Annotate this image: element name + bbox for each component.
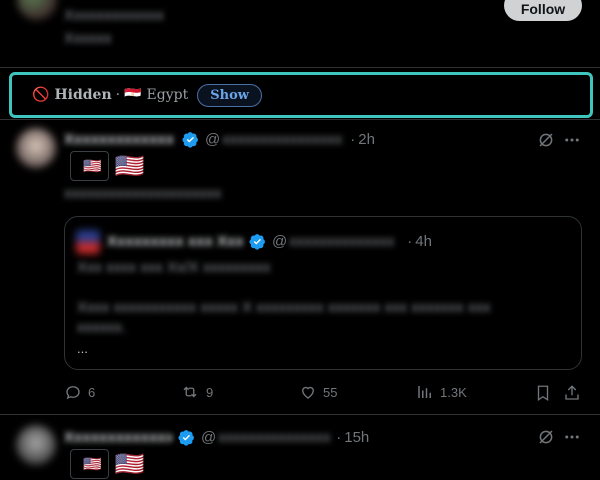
more-icon[interactable] [562,130,582,150]
show-button[interactable]: Show [197,83,262,107]
handle: xxxxxxxxxxxxxx [289,232,395,250]
avatar[interactable] [16,425,56,465]
reply-icon [66,386,80,400]
repost-button[interactable]: 9 [180,383,213,401]
verified-icon [249,233,265,250]
dot-separator: · [350,130,356,148]
grok-icon[interactable] [536,427,556,447]
top-post-name: Xxxxxxxxxxxxx [64,7,164,24]
country-name: Egypt [146,87,189,103]
post-text: xxxxxxxxxxxxxxxxxxxxx [64,184,222,202]
badge-box: 🇺🇸 [70,449,109,479]
quoted-post[interactable]: Xxxxxxxxx xxx Xxxx @ xxxxxxxxxxxxxx · 4h… [64,216,582,370]
view-count: 1.3K [440,384,467,400]
quote-ellipsis: ... [77,341,88,356]
handle-at: @ [205,130,221,148]
quote-text-line: Xxxx xxxxxxxxxxx xxxxx X xxxxxxxxx xxxxx… [77,299,491,316]
divider [0,119,600,120]
profile-badges: 🇺🇸 🇺🇸 [70,151,145,181]
blurred-text: xxxxxxxxxxxxxxxxxxxxx [64,184,222,202]
like-count: 55 [323,384,338,400]
quote-text-line: Xxx xxxx xxx Xx/X xxxxxxxxx [77,259,271,276]
reply-button[interactable]: 6 [64,383,95,401]
divider [0,67,600,68]
avatar[interactable] [16,128,56,168]
bookmark-icon[interactable] [533,383,553,403]
hidden-icon: 🚫 [32,87,50,103]
hidden-post-banner: 🚫 Hidden · 🇪🇬 Egypt Show [9,72,593,118]
country-flag: 🇪🇬 [124,87,142,103]
blurred-text: Xxxxxx [64,29,112,47]
top-post-line: Xxxxxx [64,29,114,47]
grok-icon[interactable] [536,130,556,150]
divider [0,414,600,415]
post-header: Xxxxxxxxxxxxx @ xxxxxxxxxxxxxxx · 15h [64,428,369,446]
separator: · [115,87,121,103]
post-header: Xxxxxxxxxxxxx @ xxxxxxxxxxxxxxxx · 2h [64,130,375,148]
avatar[interactable] [17,0,57,20]
flag-small: 🇺🇸 [83,158,102,175]
follow-label: Follow [520,0,566,17]
repost-icon [183,386,197,398]
flag-large: 🇺🇸 [114,450,145,478]
more-icon[interactable] [562,427,582,447]
follow-button[interactable]: Follow [504,0,582,21]
handle-at: @ [201,428,217,446]
display-name: Xxxxxxxxx xxx Xxxx [107,232,243,250]
repost-count: 9 [206,384,214,400]
verified-icon [178,429,194,446]
display-name[interactable]: Xxxxxxxxxxxxx [64,131,176,148]
quote-text-line: xxxxxx. [77,319,127,336]
timestamp[interactable]: 2h [358,131,375,148]
flag-large: 🇺🇸 [114,152,145,180]
heart-icon [302,386,314,399]
views-button[interactable]: 1.3K [416,383,467,401]
hidden-label: Hidden [54,87,112,103]
timestamp: 4h [415,232,432,250]
share-icon[interactable] [562,383,582,403]
reply-count: 6 [88,384,96,400]
blurred-name: Xxxxxxxxxxxxx [64,6,165,24]
handle-at: @ [272,232,288,250]
views-icon [418,386,431,398]
avatar [76,230,100,254]
dot-separator: · [407,232,413,250]
quote-header: Xxxxxxxxx xxx Xxxx @ xxxxxxxxxxxxxx · 4h [107,232,432,250]
verified-icon [182,131,198,148]
timestamp[interactable]: 15h [344,429,369,446]
handle[interactable]: xxxxxxxxxxxxxxx [218,429,330,446]
like-button[interactable]: 55 [299,383,337,401]
flag-small: 🇺🇸 [83,456,102,473]
display-name[interactable]: Xxxxxxxxxxxxx [64,429,172,446]
badge-box: 🇺🇸 [70,151,109,181]
profile-badges: 🇺🇸 🇺🇸 [70,449,145,479]
dot-separator: · [336,428,342,446]
handle[interactable]: xxxxxxxxxxxxxxxx [222,131,344,148]
